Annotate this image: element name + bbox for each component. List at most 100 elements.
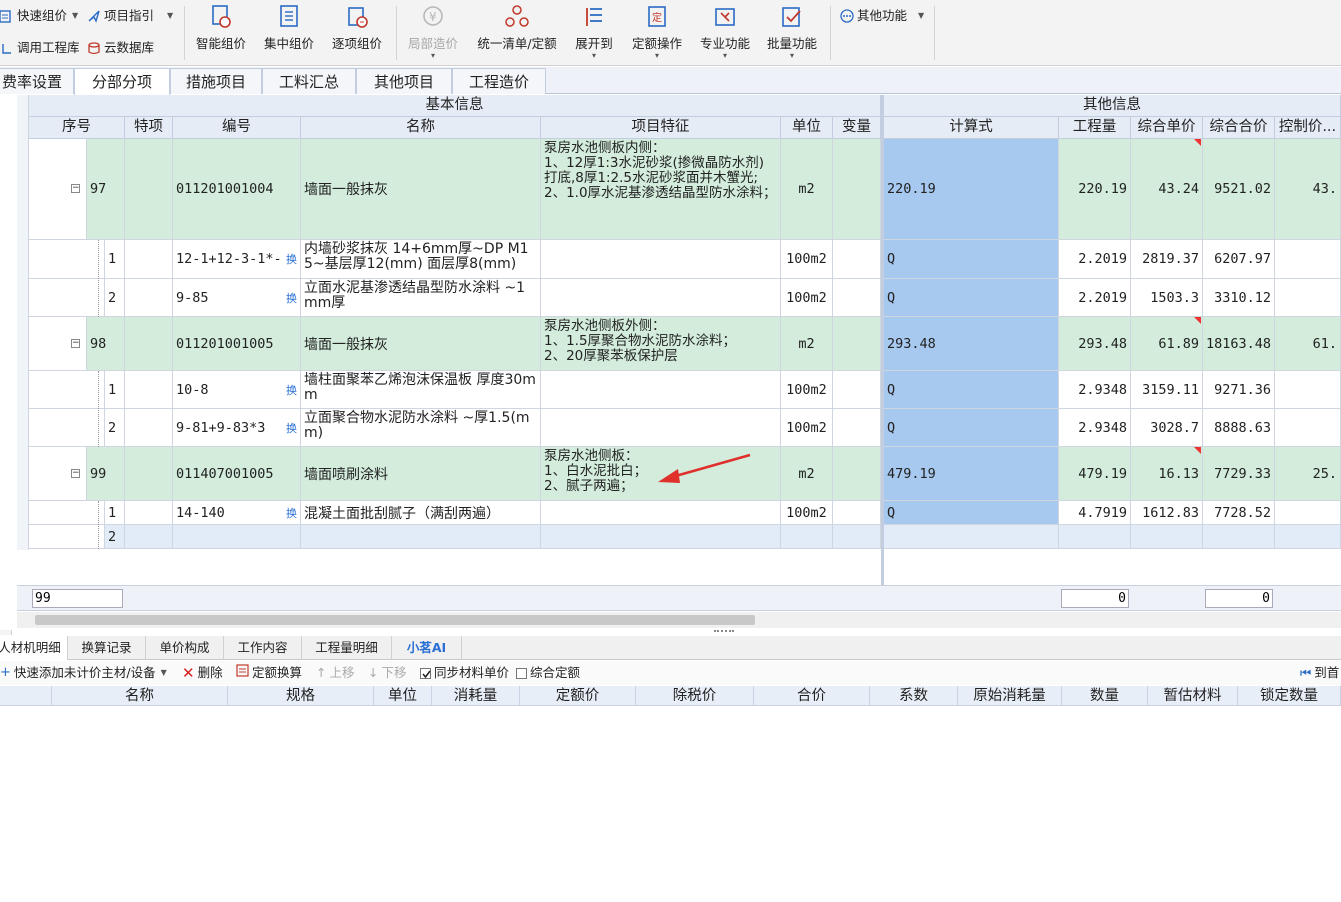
total-price-cell[interactable] xyxy=(1203,525,1275,549)
unit-cell[interactable]: 100m2 xyxy=(781,409,833,447)
name-cell[interactable]: 墙面喷刷涂料 xyxy=(301,447,541,501)
seq-cell[interactable]: 1 xyxy=(105,501,125,525)
go-first-button[interactable]: ⏮ 到首 xyxy=(1300,661,1339,685)
variable-cell[interactable] xyxy=(833,139,881,240)
control-price-cell[interactable] xyxy=(1275,240,1341,279)
conversion-icon[interactable]: 换 xyxy=(286,251,297,267)
seq-search-input[interactable] xyxy=(32,589,123,608)
code-cell[interactable] xyxy=(173,525,301,549)
total-price-input[interactable] xyxy=(1205,589,1273,608)
detail-col-header-name[interactable]: 名称 xyxy=(52,686,228,706)
special-cell[interactable] xyxy=(125,240,173,279)
variable-cell[interactable] xyxy=(833,371,881,409)
unit-cell[interactable]: 100m2 xyxy=(781,279,833,317)
formula-cell[interactable]: Q xyxy=(884,371,1059,409)
smart-price-button[interactable]: 智能组价 xyxy=(192,0,250,62)
quantity-cell[interactable]: 2.9348 xyxy=(1059,409,1131,447)
col-header-feature[interactable]: 项目特征 xyxy=(541,117,781,139)
code-cell[interactable]: 011201001004 xyxy=(173,139,301,240)
unit-price-cell[interactable]: 16.13 xyxy=(1131,447,1203,501)
quota-operation-button[interactable]: 定 定额操作 ▾ xyxy=(626,0,688,62)
code-cell[interactable]: 011407001005 xyxy=(173,447,301,501)
feature-cell[interactable] xyxy=(541,525,781,549)
project-library-button[interactable]: 调用工程库 xyxy=(0,38,80,58)
detail-col-header-pretax-price[interactable]: 除税价 xyxy=(636,686,754,706)
col-header-total-price[interactable]: 综合合价 xyxy=(1203,117,1275,139)
feature-cell[interactable] xyxy=(541,279,781,317)
variable-cell[interactable] xyxy=(833,240,881,279)
conversion-icon[interactable]: 换 xyxy=(286,290,297,306)
seq-cell[interactable]: 2 xyxy=(105,409,125,447)
code-cell[interactable]: 9-85 换 xyxy=(173,279,301,317)
scrollbar-thumb[interactable] xyxy=(35,615,755,625)
variable-cell[interactable] xyxy=(833,525,881,549)
code-cell[interactable]: 011201001005 xyxy=(173,317,301,371)
unit-cell[interactable]: 100m2 xyxy=(781,501,833,525)
delete-button[interactable]: ✕ 删除 xyxy=(182,661,223,685)
total-price-cell[interactable]: 3310.12 xyxy=(1203,279,1275,317)
name-cell[interactable]: 混凝土面批刮腻子（满刮两遍） xyxy=(301,501,541,525)
project-guide-button[interactable]: 项目指引 ▼ xyxy=(87,6,173,26)
combined-quota-checkbox[interactable]: 综合定额 xyxy=(516,661,580,685)
variable-cell[interactable] xyxy=(833,279,881,317)
name-cell[interactable]: 立面水泥基渗透结晶型防水涂料 ~1mm厚 xyxy=(301,279,541,317)
quantity-cell[interactable]: 2.9348 xyxy=(1059,371,1131,409)
unit-price-cell[interactable]: 1612.83 xyxy=(1131,501,1203,525)
add-material-button[interactable]: + 快速添加未计价主材/设备 ▼ xyxy=(0,661,167,685)
quantity-total-input[interactable] xyxy=(1061,589,1129,608)
feature-cell[interactable] xyxy=(541,501,781,525)
formula-cell[interactable]: Q xyxy=(884,501,1059,525)
detail-col-header-coefficient[interactable]: 系数 xyxy=(870,686,958,706)
tab-fee-rate[interactable]: 费率设置 xyxy=(0,68,74,94)
col-header-seq[interactable]: 序号 xyxy=(29,117,125,139)
collapse-icon[interactable]: − xyxy=(71,184,80,193)
unit-cell[interactable]: 100m2 xyxy=(781,371,833,409)
horizontal-scrollbar[interactable] xyxy=(17,612,1341,628)
cloud-database-button[interactable]: 云数据库 xyxy=(87,38,154,58)
detail-col-header-quantity[interactable]: 数量 xyxy=(1062,686,1148,706)
tab-labor-material[interactable]: 人材机明细 xyxy=(0,636,68,660)
code-cell[interactable]: 14-140 换 xyxy=(173,501,301,525)
special-cell[interactable] xyxy=(125,371,173,409)
quantity-cell[interactable]: 4.7919 xyxy=(1059,501,1131,525)
quantity-cell[interactable]: 479.19 xyxy=(1059,447,1131,501)
unit-cell[interactable]: m2 xyxy=(781,139,833,240)
total-price-cell[interactable]: 7728.52 xyxy=(1203,501,1275,525)
name-cell[interactable]: 立面聚合物水泥防水涂料 ~厚1.5(mm) xyxy=(301,409,541,447)
variable-cell[interactable] xyxy=(833,409,881,447)
tab-quantity-detail[interactable]: 工程量明细 xyxy=(302,636,392,660)
total-price-cell[interactable]: 8888.63 xyxy=(1203,409,1275,447)
collapse-icon[interactable]: − xyxy=(71,339,80,348)
unit-price-cell[interactable]: 3028.7 xyxy=(1131,409,1203,447)
unit-price-cell[interactable]: 43.24 xyxy=(1131,139,1203,240)
tab-conversion-log[interactable]: 换算记录 xyxy=(68,636,146,660)
sync-material-price-checkbox[interactable]: 同步材料单价 xyxy=(420,661,509,685)
special-cell[interactable] xyxy=(125,525,173,549)
col-header-quantity[interactable]: 工程量 xyxy=(1059,117,1131,139)
unit-cell[interactable]: m2 xyxy=(781,447,833,501)
formula-cell[interactable]: 479.19 xyxy=(884,447,1059,501)
col-header-unit[interactable]: 单位 xyxy=(781,117,833,139)
total-price-cell[interactable]: 9521.02 xyxy=(1203,139,1275,240)
expand-to-button[interactable]: 展开到 ▾ xyxy=(570,0,618,62)
special-cell[interactable] xyxy=(125,501,173,525)
unit-price-cell[interactable]: 1503.3 xyxy=(1131,279,1203,317)
control-price-cell[interactable] xyxy=(1275,279,1341,317)
unit-price-cell[interactable]: 2819.37 xyxy=(1131,240,1203,279)
col-header-code[interactable]: 编号 xyxy=(173,117,301,139)
unit-price-cell[interactable]: 3159.11 xyxy=(1131,371,1203,409)
unit-cell[interactable]: 100m2 xyxy=(781,240,833,279)
total-price-cell[interactable]: 7729.33 xyxy=(1203,447,1275,501)
tab-materials-summary[interactable]: 工料汇总 xyxy=(262,68,356,94)
tab-work-content[interactable]: 工作内容 xyxy=(224,636,302,660)
seq-cell[interactable]: 98 xyxy=(87,317,125,371)
feature-cell[interactable]: 泵房水池侧板内侧： 1、12厚1:3水泥砂浆(掺微晶防水剂)打底,8厚1:2.5… xyxy=(541,139,781,240)
total-price-cell[interactable]: 9271.36 xyxy=(1203,371,1275,409)
unit-price-cell[interactable] xyxy=(1131,525,1203,549)
quick-price-button[interactable]: 快速组价 ▼ xyxy=(0,6,78,26)
unit-price-cell[interactable]: 61.89 xyxy=(1131,317,1203,371)
seq-cell[interactable]: 97 xyxy=(87,139,125,240)
quota-conversion-button[interactable]: 定额换算 xyxy=(236,661,302,685)
code-cell[interactable]: 12-1+12-3-1*- 换 xyxy=(173,240,301,279)
detail-col-header-unit[interactable]: 单位 xyxy=(374,686,432,706)
